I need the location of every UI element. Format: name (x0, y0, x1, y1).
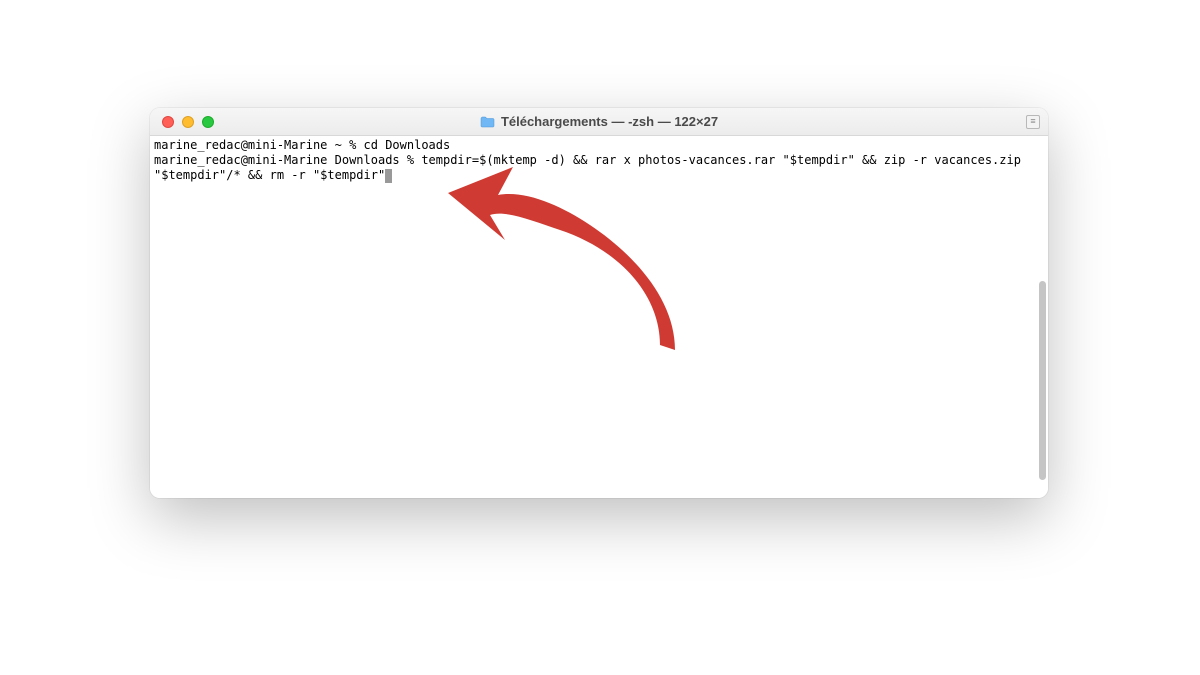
proxy-icon[interactable] (1026, 115, 1040, 129)
minimize-button[interactable] (182, 116, 194, 128)
maximize-button[interactable] (202, 116, 214, 128)
command-1: cd Downloads (364, 138, 451, 152)
folder-icon (480, 116, 495, 128)
terminal-window: Téléchargements — -zsh — 122×27 marine_r… (150, 108, 1048, 498)
traffic-lights (150, 116, 214, 128)
window-title-text: Téléchargements — -zsh — 122×27 (501, 114, 718, 129)
window-titlebar[interactable]: Téléchargements — -zsh — 122×27 (150, 108, 1048, 136)
prompt-2: marine_redac@mini-Marine Downloads % (154, 153, 421, 167)
window-title: Téléchargements — -zsh — 122×27 (150, 114, 1048, 129)
prompt-1: marine_redac@mini-Marine ~ % (154, 138, 364, 152)
close-button[interactable] (162, 116, 174, 128)
scrollbar[interactable] (1039, 281, 1046, 480)
terminal-body[interactable]: marine_redac@mini-Marine ~ % cd Download… (150, 136, 1048, 498)
terminal-cursor (385, 169, 392, 183)
